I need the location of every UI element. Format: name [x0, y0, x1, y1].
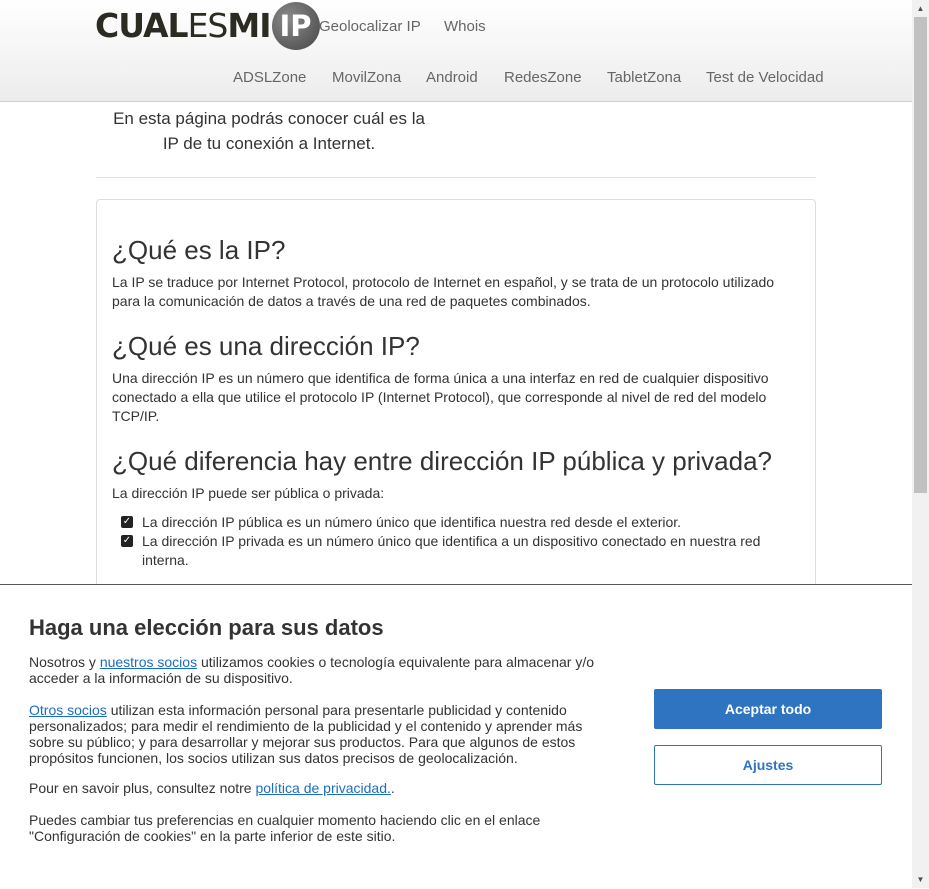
site-header: CUALESMI IP Geolocalizar IP Whois ADSLZo…: [0, 0, 912, 102]
cookie-text: utilizan esta información personal para …: [29, 702, 583, 766]
settings-button[interactable]: Ajustes: [654, 745, 882, 785]
cookie-text: Pour en savoir plus, consultez notre: [29, 780, 256, 796]
nav-redeszone[interactable]: RedesZone: [504, 69, 582, 86]
site-logo[interactable]: CUALESMI IP: [95, 1, 320, 51]
otros-socios-link[interactable]: Otros socios: [29, 702, 107, 718]
section-body-que-es-ip: La IP se traduce por Internet Protocol, …: [112, 274, 775, 309]
nav-movilzona[interactable]: MovilZona: [332, 69, 401, 86]
logo-text: CUALESMI: [95, 6, 272, 45]
scroll-up-arrow-icon[interactable]: ▲: [912, 0, 929, 17]
section-title-que-es-ip: ¿Qué es la IP?: [112, 235, 286, 265]
intro-line-2: IP de tu conexión a Internet.: [162, 134, 376, 153]
cookie-consent-banner: Haga una elección para sus datos Nosotro…: [0, 584, 912, 889]
nav-test-velocidad[interactable]: Test de Velocidad: [706, 69, 824, 86]
list-item-text: La dirección IP privada es un número úni…: [142, 533, 761, 568]
check-square-icon: ✓: [121, 535, 133, 547]
logo-ip-circle: IP: [271, 2, 320, 50]
intro-line-1: En esta página podrás conocer cuál es la: [113, 109, 425, 128]
intro-text: En esta página podrás conocer cuál es la…: [96, 106, 442, 156]
privacy-policy-link[interactable]: política de privacidad.: [255, 780, 390, 796]
nav-geolocalizar-ip[interactable]: Geolocalizar IP: [319, 18, 421, 35]
nav-adslzone[interactable]: ADSLZone: [233, 69, 306, 86]
scrollbar-thumb[interactable]: [914, 17, 927, 493]
section-body-publica-privada: La dirección IP puede ser pública o priv…: [112, 485, 385, 501]
cookie-title: Haga una elección para sus datos: [29, 615, 384, 640]
divider: [96, 177, 816, 178]
cookie-paragraph-1: Nosotros y nuestros socios utilizamos co…: [29, 654, 629, 686]
list-item-text: La dirección IP pública es un número úni…: [142, 514, 682, 530]
cookie-paragraph-3: Pour en savoir plus, consultez notre pol…: [29, 780, 629, 796]
accept-all-button[interactable]: Aceptar todo: [654, 689, 882, 729]
scroll-down-arrow-icon[interactable]: ▼: [912, 871, 929, 888]
cookie-text: .: [390, 780, 395, 796]
vertical-scrollbar[interactable]: ▲ ▼: [912, 0, 929, 888]
section-body-direccion-ip: Una dirección IP es un número que identi…: [112, 370, 769, 424]
cookie-text: Nosotros y: [29, 654, 100, 670]
cookie-paragraph-4: Puedes cambiar tus preferencias en cualq…: [29, 812, 541, 844]
nuestros-socios-link[interactable]: nuestros socios: [100, 654, 197, 670]
check-square-icon: ✓: [121, 516, 133, 528]
list-item: ✓ La dirección IP privada es un número ú…: [121, 532, 801, 570]
cookie-paragraph-2: Otros socios utilizan esta información p…: [29, 702, 619, 766]
nav-android[interactable]: Android: [426, 69, 478, 86]
nav-tabletzona[interactable]: TabletZona: [607, 69, 681, 86]
nav-whois[interactable]: Whois: [444, 18, 486, 35]
list-item: ✓ La dirección IP pública es un número ú…: [121, 513, 801, 532]
section-title-publica-privada: ¿Qué diferencia hay entre dirección IP p…: [112, 446, 773, 476]
section-title-direccion-ip: ¿Qué es una dirección IP?: [112, 331, 420, 361]
